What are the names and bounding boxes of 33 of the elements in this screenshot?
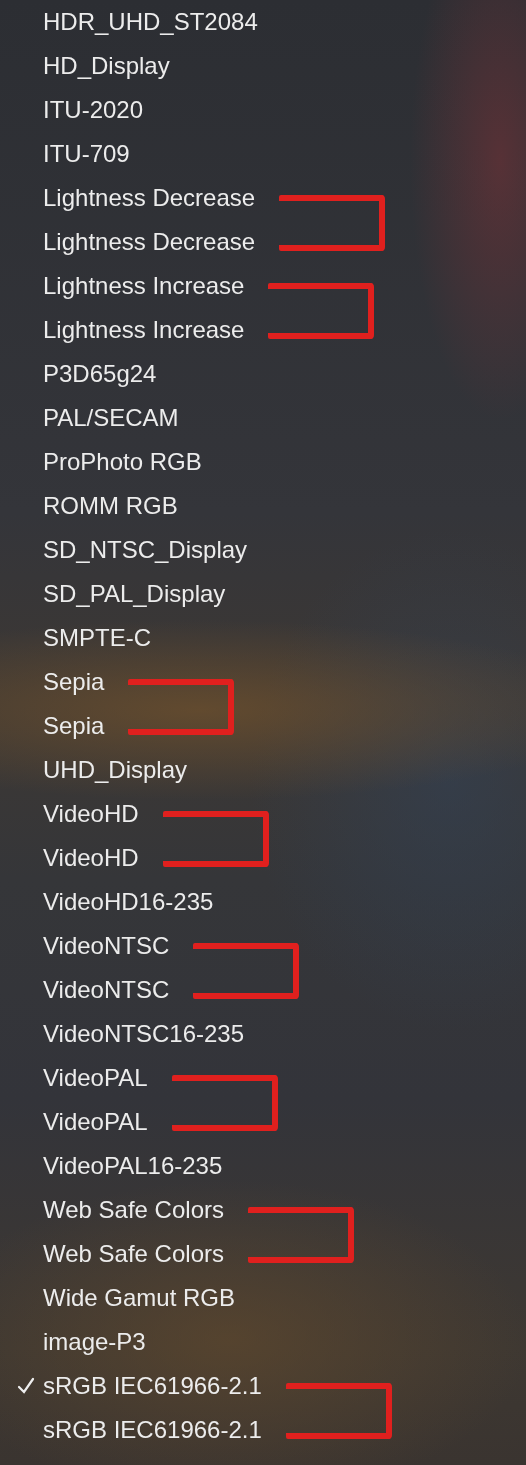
menu-item[interactable]: Lightness Decrease [43, 183, 256, 213]
menu-item[interactable]: VideoHD [43, 843, 139, 873]
menu-item[interactable]: HD_Display [43, 51, 170, 81]
menu-item[interactable]: SD_NTSC_Display [43, 535, 248, 565]
menu-item[interactable]: P3D65g24 [43, 359, 157, 389]
menu-item[interactable]: ITU-709 [43, 139, 130, 169]
menu-item[interactable]: Lightness Decrease [43, 227, 256, 257]
menu-item[interactable]: SD_PAL_Display [43, 579, 226, 609]
menu-item[interactable]: VideoPAL16-235 [43, 1151, 223, 1181]
menu-item[interactable]: VideoPAL [43, 1063, 148, 1093]
menu-item[interactable]: PAL/SECAM [43, 403, 179, 433]
menu-item[interactable]: HDR_UHD_ST2084 [43, 7, 258, 37]
menu-item[interactable]: Sepia [43, 711, 105, 741]
menu-item[interactable]: sRGB IEC61966-2.1 [43, 1415, 262, 1445]
menu-item[interactable]: VideoNTSC [43, 931, 170, 961]
menu-item[interactable]: UHD_Display [43, 755, 188, 785]
menu-item[interactable]: Wide Gamut RGB [43, 1283, 236, 1313]
menu-item[interactable]: sRGB IEC61966-2.1 [43, 1371, 262, 1401]
menu-item[interactable]: Web Safe Colors [43, 1195, 224, 1225]
menu-item[interactable]: image-P3 [43, 1327, 146, 1357]
menu-item[interactable]: ROMM RGB [43, 491, 178, 521]
menu-item[interactable]: ITU-2020 [43, 95, 144, 125]
menu-item[interactable]: VideoHD16-235 [43, 887, 214, 917]
menu-item[interactable]: SMPTE-C [43, 623, 151, 653]
menu-item[interactable]: Lightness Increase [43, 315, 245, 345]
menu-item[interactable]: Sepia [43, 667, 105, 697]
menu-item[interactable]: VideoNTSC [43, 975, 170, 1005]
menu-item[interactable]: ProPhoto RGB [43, 447, 202, 477]
menu-item[interactable]: Web Safe Colors [43, 1239, 224, 1269]
menu-item[interactable]: VideoNTSC16-235 [43, 1019, 244, 1049]
menu-item[interactable]: Lightness Increase [43, 271, 245, 301]
menu-item[interactable]: VideoHD [43, 799, 139, 829]
menu-item[interactable]: VideoPAL [43, 1107, 148, 1137]
